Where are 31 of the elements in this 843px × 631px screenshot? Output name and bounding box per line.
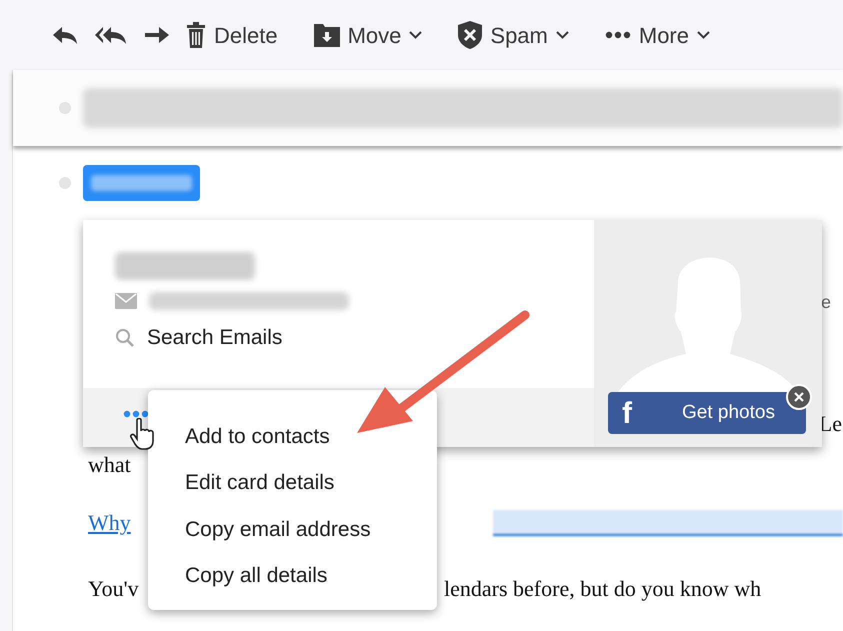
toolbar-button[interactable]: Spam [458,18,569,52]
toolbar-button[interactable]: More [604,18,710,52]
ellipsis-icon[interactable] [123,410,151,418]
search-emails-link[interactable]: Search Emails [115,322,594,354]
menu-item[interactable]: Add to contacts [148,413,437,460]
folder-icon [314,23,340,47]
toolbar-icon-button[interactable] [94,25,128,45]
ellipsis-icon [604,31,631,39]
hand-cursor-icon [129,418,157,450]
body-text: You'v [88,576,139,601]
get-photos-button[interactable]: f Get photos [608,392,806,434]
toolbar-button[interactable]: Delete [186,18,278,52]
close-button[interactable] [786,384,812,410]
envelope-icon [115,293,137,309]
search-icon [115,328,135,348]
toolbar-button[interactable]: Move [314,18,422,52]
reply-all-icon [94,25,128,45]
right-arrow-icon [144,25,170,45]
close-icon [793,391,805,403]
menu-item[interactable]: Copy email address [148,506,437,552]
shield-icon [458,21,482,49]
body-text: what [88,452,131,477]
article-link[interactable]: Why [88,506,131,539]
reply-icon [52,25,78,45]
menu-item[interactable]: Copy all details [148,552,437,599]
menu-item[interactable]: Edit card details [148,460,437,506]
body-text: lendars before, but do you know wh [444,575,762,603]
trash-icon [186,22,206,48]
toolbar-icon-button[interactable] [144,25,170,45]
body-text: e [820,291,831,314]
toolbar-icon-button[interactable] [52,25,78,45]
